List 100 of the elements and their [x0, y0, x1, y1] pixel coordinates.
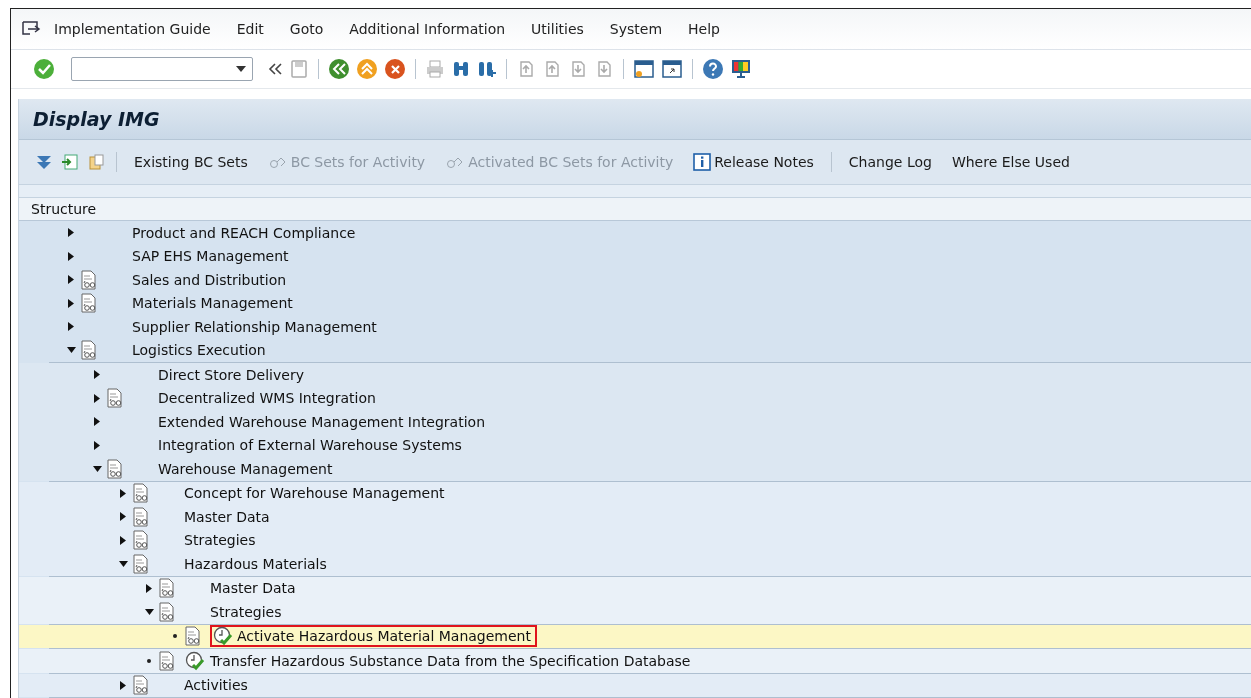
tree-node-label: Materials Management [132, 295, 293, 312]
document-glasses-icon[interactable] [158, 601, 176, 622]
document-glasses-icon[interactable] [106, 388, 124, 409]
tree-node-label: Product and REACH Compliance [132, 224, 356, 241]
document-glasses-icon[interactable] [80, 293, 98, 314]
tree-row[interactable]: Master Data [19, 576, 1251, 600]
clock-check-icon[interactable] [184, 650, 206, 671]
tree-node-label: Direct Store Delivery [158, 366, 304, 383]
new-window-icon[interactable] [633, 58, 655, 80]
document-glasses-icon[interactable] [132, 530, 150, 551]
tree-row[interactable]: Direct Store Delivery [19, 363, 1251, 387]
find-next-icon[interactable] [477, 59, 497, 79]
tree-node-label: Master Data [210, 580, 296, 597]
menu-item[interactable]: Additional Information [336, 21, 519, 37]
clock-check-icon[interactable] [212, 626, 234, 647]
bullet-icon[interactable] [173, 634, 177, 639]
tree-row[interactable]: Transfer Hazardous Substance Data from the Specification Database [19, 649, 1251, 673]
collapsed-triangle-icon[interactable] [94, 440, 100, 450]
tree-row[interactable]: Strategies [19, 600, 1251, 624]
back-icon[interactable] [328, 58, 350, 80]
tree-node-label: Hazardous Materials [184, 555, 327, 572]
find-icon[interactable] [451, 59, 471, 79]
filter-icon[interactable] [35, 153, 53, 171]
toolbar-button[interactable]: Where Else Used [945, 152, 1076, 172]
help-icon[interactable] [702, 58, 724, 80]
document-glasses-icon[interactable] [132, 483, 150, 504]
menu-item[interactable]: Utilities [518, 21, 597, 37]
tree-node-label: Supplier Relationship Management [132, 318, 377, 335]
collapsed-triangle-icon[interactable] [68, 275, 74, 285]
collapsed-triangle-icon[interactable] [68, 251, 74, 261]
document-glasses-icon[interactable] [158, 650, 176, 671]
check-icon[interactable] [33, 58, 55, 80]
toolbar-button[interactable]: Existing BC Sets [128, 152, 254, 172]
document-glasses-icon[interactable] [132, 506, 150, 527]
document-glasses-icon[interactable] [132, 553, 150, 574]
collapsed-triangle-icon[interactable] [120, 488, 126, 498]
tree-node-label: Strategies [210, 603, 282, 620]
document-glasses-icon[interactable] [132, 675, 150, 696]
tree-node-label: Strategies [184, 532, 256, 549]
expanded-triangle-icon[interactable] [118, 560, 128, 567]
tree-row[interactable]: Master Data [19, 505, 1251, 529]
collapsed-triangle-icon[interactable] [120, 512, 126, 522]
tree-node-label: Activate Hazardous Material Management [237, 628, 531, 645]
tree-row[interactable]: Extended Warehouse Management Integration [19, 410, 1251, 434]
tree-node-label: Warehouse Management [158, 460, 333, 477]
collapsed-triangle-icon[interactable] [120, 680, 126, 690]
clipboard-icon[interactable] [87, 153, 105, 171]
tree-node-label: Integration of External Warehouse Systems [158, 437, 462, 454]
menu-item[interactable]: System [596, 21, 676, 37]
collapsed-triangle-icon[interactable] [68, 322, 74, 332]
collapsed-triangle-icon[interactable] [94, 370, 100, 380]
tree-node-label: Master Data [184, 508, 270, 525]
toolbar-button[interactable]: Change Log [842, 152, 938, 172]
tree-node-label: Extended Warehouse Management Integration [158, 413, 486, 430]
collapsed-triangle-icon[interactable] [68, 298, 74, 308]
tree-row[interactable]: Decentralized WMS Integration [19, 386, 1251, 410]
command-field[interactable] [71, 57, 253, 81]
menu-icon[interactable] [21, 20, 41, 38]
collapsed-triangle-icon[interactable] [94, 417, 100, 427]
tree-node-label: Concept for Warehouse Management [184, 485, 445, 502]
tree-row[interactable]: Concept for Warehouse Management [19, 481, 1251, 505]
info-icon[interactable] [693, 153, 712, 171]
tree-node-label: SAP EHS Management [132, 248, 289, 265]
tree-row[interactable]: Hazardous Materials [19, 552, 1251, 576]
column-header: Structure [31, 201, 97, 217]
collapsed-triangle-icon[interactable] [120, 535, 126, 545]
tree-row[interactable]: Activate Hazardous Material Management [19, 624, 1251, 648]
document-glasses-icon[interactable] [80, 269, 98, 290]
bullet-icon[interactable] [147, 658, 151, 663]
shortcut-window-icon[interactable] [661, 58, 683, 80]
tree-row[interactable]: Strategies [19, 528, 1251, 552]
menu-item[interactable]: Help [675, 21, 733, 37]
tree-row[interactable]: Activities [19, 673, 1251, 697]
document-glasses-icon[interactable] [158, 578, 176, 599]
import-icon[interactable] [61, 153, 79, 171]
document-glasses-icon[interactable] [80, 340, 98, 361]
dropdown-caret-icon[interactable] [236, 66, 246, 72]
menu-item[interactable]: Goto [276, 21, 337, 37]
document-glasses-icon[interactable] [106, 458, 124, 479]
tree-node-label: Activities [184, 677, 248, 694]
expanded-triangle-icon[interactable] [92, 465, 102, 472]
tree-node-label: Decentralized WMS Integration [158, 390, 376, 407]
document-glasses-icon[interactable] [184, 626, 202, 647]
tree-node-label: Logistics Execution [132, 342, 266, 359]
collapsed-triangle-icon[interactable] [68, 228, 74, 238]
tree-node-label: Sales and Distribution [132, 271, 287, 288]
double-chevron-icon[interactable] [267, 61, 283, 77]
screen-title: Display IMG [33, 108, 160, 130]
collapsed-triangle-icon[interactable] [94, 393, 100, 403]
monitor-icon[interactable] [730, 58, 752, 80]
toolbar-button[interactable]: Release Notes [687, 151, 820, 173]
expanded-triangle-icon[interactable] [144, 608, 154, 615]
menu-item[interactable]: Implementation Guide [41, 21, 224, 37]
cancel-icon[interactable] [384, 58, 406, 80]
collapsed-triangle-icon[interactable] [146, 583, 152, 593]
expanded-triangle-icon[interactable] [66, 347, 76, 354]
tree-row[interactable]: Warehouse Management [19, 457, 1251, 481]
tree-row[interactable]: Integration of External Warehouse Systems [19, 433, 1251, 457]
menu-item[interactable]: Edit [223, 21, 277, 37]
tree-node-label: Transfer Hazardous Substance Data from the Specification Database [210, 652, 691, 669]
